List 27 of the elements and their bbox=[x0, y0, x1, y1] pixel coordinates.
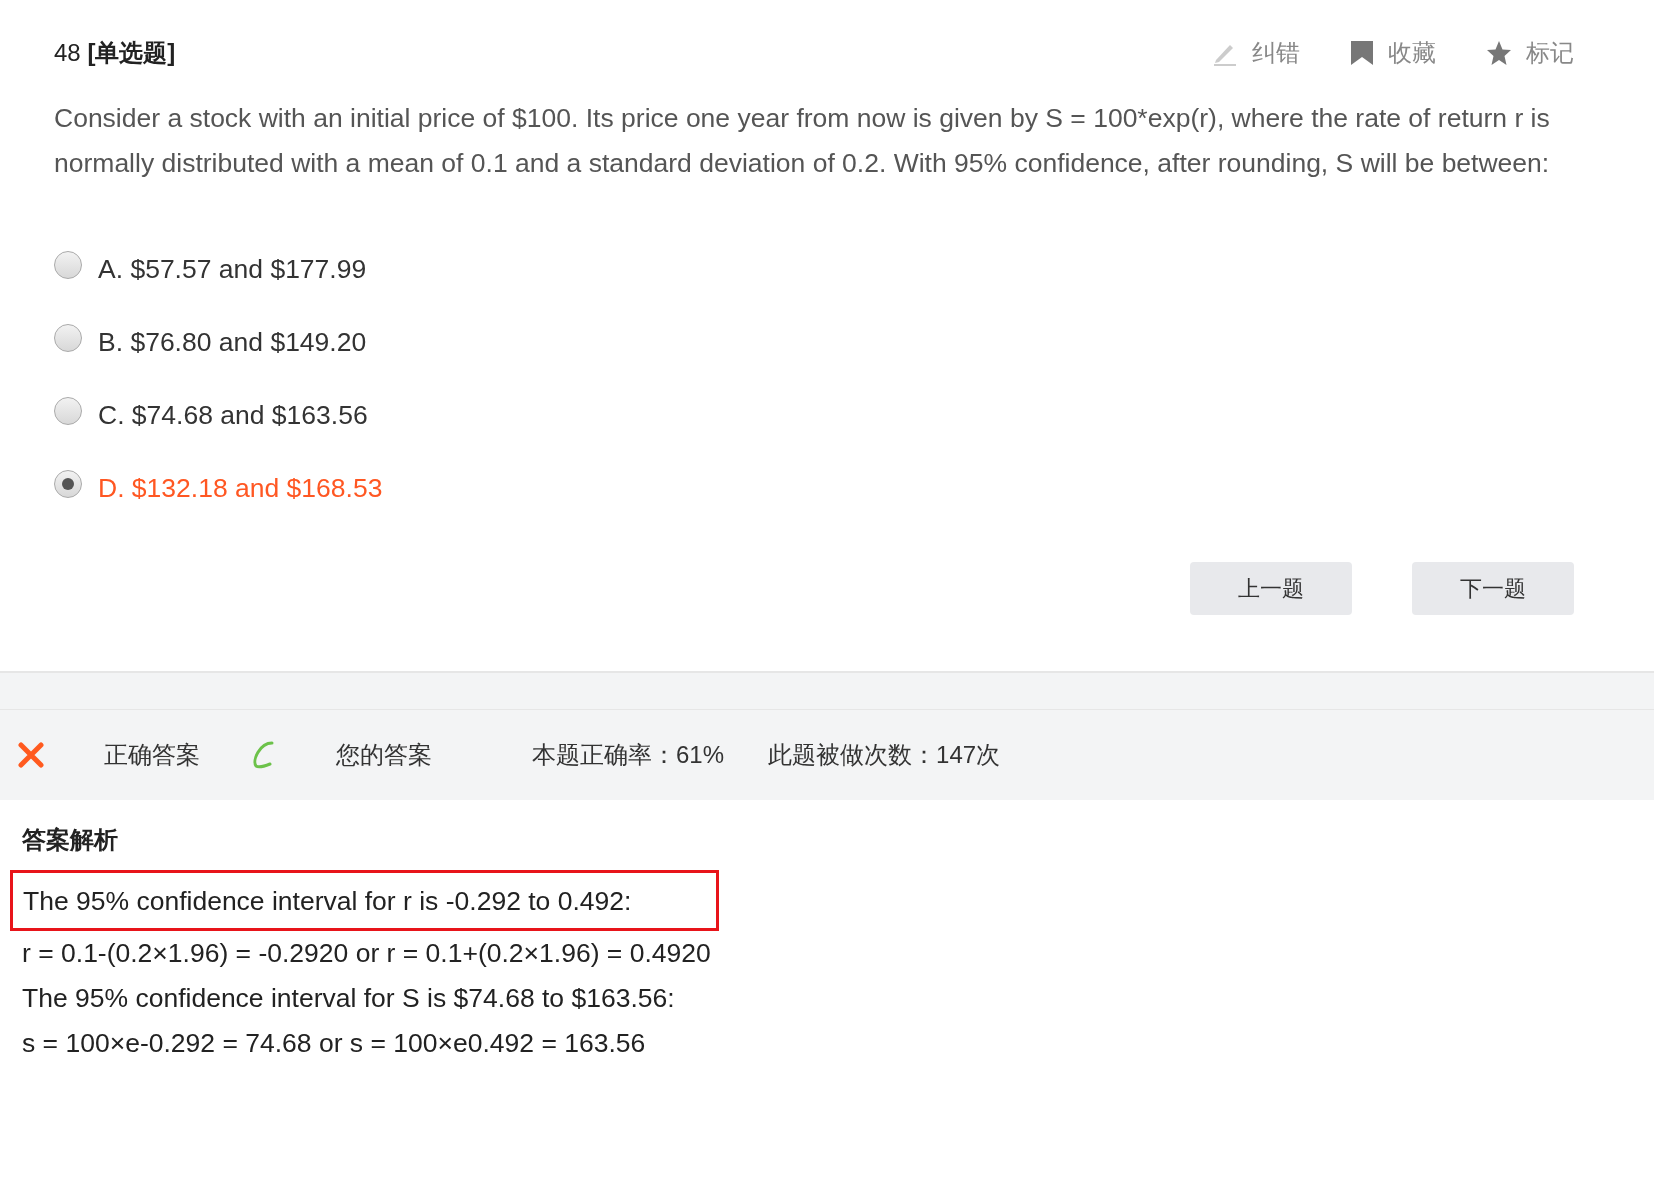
option-label: C. $74.68 and $163.56 bbox=[98, 400, 368, 431]
stat-text: 此题被做次数：147次 bbox=[768, 740, 1001, 770]
radio-button[interactable] bbox=[54, 250, 82, 279]
legend-label: 您的答案 bbox=[336, 740, 432, 770]
check-icon bbox=[250, 740, 276, 770]
stat-text: 本题正确率：61% bbox=[532, 740, 725, 770]
legend-label: 正确答案 bbox=[104, 740, 200, 770]
radio-button[interactable] bbox=[54, 323, 82, 352]
nav-button[interactable]: 上一题 bbox=[1190, 562, 1352, 615]
question-number: 48 [单选题] bbox=[54, 38, 176, 68]
radio-button[interactable] bbox=[54, 469, 82, 498]
radio-button[interactable] bbox=[54, 396, 82, 425]
question-text: Consider a stock with an initial price of $100. Its price one year from now is given by S = 100*exp(r), where the rate of return r is normally distributed with a mean of 0.1 and a standard deviation of 0.2. With 95% confidence, after rounding, S will be between: bbox=[54, 102, 1551, 180]
star-icon bbox=[1486, 40, 1512, 66]
action-link[interactable]: 纠错 bbox=[1212, 37, 1300, 69]
analysis-line: s = 100×e-0.292 = 74.68 or s = 100×e0.492 = 163.56 bbox=[21, 1027, 647, 1060]
action-link[interactable]: 标记 bbox=[1486, 37, 1574, 69]
action-link[interactable]: 收藏 bbox=[1350, 37, 1436, 69]
option-label: A. $57.57 and $177.99 bbox=[98, 254, 367, 285]
analysis-line: r = 0.1-(0.2×1.96) = -0.2920 or r = 0.1+(0.2×1.96) = 0.4920 bbox=[21, 937, 712, 970]
option-label: D. $132.18 and $168.53 bbox=[98, 473, 383, 504]
option-label: B. $76.80 and $149.20 bbox=[98, 327, 367, 358]
nav-button[interactable]: 下一题 bbox=[1412, 562, 1574, 615]
bookmark-icon bbox=[1350, 40, 1374, 66]
cross-icon bbox=[18, 742, 44, 768]
analysis-line: The 95% confidence interval for S is $74.68 to $163.56: bbox=[21, 982, 676, 1015]
analysis-title: 答案解析 bbox=[22, 825, 119, 855]
